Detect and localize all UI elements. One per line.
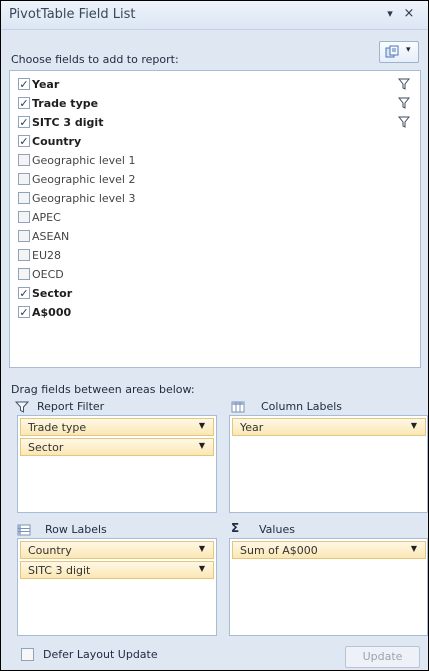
field-chip-label: SITC 3 digit	[28, 564, 91, 577]
field-chip-label: Year	[240, 421, 264, 434]
field-row[interactable]: ✓ Sector	[14, 285, 414, 303]
field-name: A$000	[32, 306, 72, 319]
column-labels-label: Column Labels	[261, 400, 343, 413]
field-name: Geographic level 3	[32, 192, 136, 205]
field-chip[interactable]: Year ▼	[232, 418, 426, 436]
chevron-down-icon[interactable]: ▼	[199, 544, 205, 553]
field-row[interactable]: EU28	[14, 247, 414, 265]
field-chip-label: Sum of A$000	[240, 544, 318, 557]
field-chip[interactable]: Trade type ▼	[20, 418, 214, 436]
field-checkbox[interactable]	[18, 211, 30, 223]
field-layout-button[interactable]: ▾	[379, 41, 419, 63]
field-row[interactable]: ✓ A$000	[14, 304, 414, 322]
field-checkbox[interactable]: ✓	[18, 97, 30, 109]
field-row[interactable]: Geographic level 1	[14, 152, 414, 170]
field-list: ✓ Year ✓ Trade type ✓ SITC 3 digit ✓ Country Geo…	[9, 70, 421, 368]
field-checkbox[interactable]: ✓	[18, 135, 30, 147]
field-name: Year	[32, 78, 60, 91]
field-chip[interactable]: SITC 3 digit ▼	[20, 561, 214, 579]
pane-title: PivotTable Field List	[9, 7, 136, 22]
report-filter-header: Report Filter	[13, 398, 213, 416]
field-chip-label: Sector	[28, 441, 64, 454]
report-filter-area[interactable]: Trade type ▼ Sector ▼	[17, 415, 217, 513]
field-row[interactable]: ASEAN	[14, 228, 414, 246]
values-header: Σ Values	[229, 521, 429, 539]
drag-fields-label: Drag fields between areas below:	[11, 383, 195, 396]
field-row[interactable]: APEC	[14, 209, 414, 227]
chevron-down-icon[interactable]: ▼	[199, 564, 205, 573]
field-row[interactable]: ✓ Year	[14, 76, 414, 94]
field-row[interactable]: Geographic level 3	[14, 190, 414, 208]
field-row[interactable]: Geographic level 2	[14, 171, 414, 189]
filter-applied-icon[interactable]	[398, 116, 410, 128]
field-name: Sector	[32, 287, 73, 300]
field-name: Geographic level 2	[32, 173, 136, 186]
chevron-down-icon[interactable]: ▼	[199, 421, 205, 430]
filter-icon	[15, 401, 29, 413]
field-name: ASEAN	[32, 230, 70, 243]
filter-applied-icon[interactable]	[398, 97, 410, 109]
row-labels-label: Row Labels	[45, 523, 107, 536]
field-checkbox[interactable]	[18, 154, 30, 166]
row-labels-header: Row Labels	[15, 521, 215, 539]
field-checkbox[interactable]	[18, 192, 30, 204]
field-checkbox[interactable]	[18, 230, 30, 242]
row-labels-area[interactable]: Country ▼ SITC 3 digit ▼	[17, 538, 217, 636]
field-chip[interactable]: Sum of A$000 ▼	[232, 541, 426, 559]
field-chip-label: Country	[28, 544, 72, 557]
field-checkbox[interactable]	[18, 268, 30, 280]
field-chip[interactable]: Country ▼	[20, 541, 214, 559]
field-checkbox[interactable]: ✓	[18, 306, 30, 318]
field-chip-label: Trade type	[28, 421, 87, 434]
field-checkbox[interactable]	[18, 249, 30, 261]
close-icon[interactable]: ×	[401, 6, 417, 22]
field-name: OECD	[32, 268, 64, 281]
report-filter-label: Report Filter	[37, 400, 105, 413]
column-labels-area[interactable]: Year ▼	[229, 415, 428, 513]
chevron-down-icon[interactable]: ▼	[199, 441, 205, 450]
pivot-field-list-pane: PivotTable Field List ▾ × Choose fields …	[0, 0, 429, 671]
field-checkbox[interactable]: ✓	[18, 287, 30, 299]
chevron-down-icon[interactable]: ▼	[411, 421, 417, 430]
field-row[interactable]: OECD	[14, 266, 414, 284]
field-checkbox[interactable]	[18, 173, 30, 185]
column-labels-icon	[231, 401, 245, 413]
update-button[interactable]: Update	[345, 646, 420, 668]
layout-icon	[385, 45, 399, 58]
field-chip[interactable]: Sector ▼	[20, 438, 214, 456]
field-row[interactable]: ✓ SITC 3 digit	[14, 114, 414, 132]
values-label: Values	[259, 523, 295, 536]
column-labels-header: Column Labels	[229, 398, 429, 416]
filter-applied-icon[interactable]	[398, 78, 410, 90]
defer-layout-update-checkbox[interactable]	[21, 648, 34, 661]
title-bar: PivotTable Field List ▾ ×	[1, 1, 428, 30]
field-name: Trade type	[32, 97, 99, 110]
chevron-down-icon: ▾	[406, 45, 411, 55]
field-name: Country	[32, 135, 82, 148]
values-area[interactable]: Sum of A$000 ▼	[229, 538, 428, 636]
pane-options-dropdown-icon[interactable]: ▾	[382, 7, 398, 21]
field-name: EU28	[32, 249, 61, 262]
sigma-icon: Σ	[231, 521, 240, 535]
defer-layout-update-label: Defer Layout Update	[43, 648, 158, 661]
choose-fields-label: Choose fields to add to report:	[11, 53, 179, 66]
field-checkbox[interactable]: ✓	[18, 78, 30, 90]
field-row[interactable]: ✓ Trade type	[14, 95, 414, 113]
field-name: APEC	[32, 211, 61, 224]
chevron-down-icon[interactable]: ▼	[411, 544, 417, 553]
field-checkbox[interactable]: ✓	[18, 116, 30, 128]
field-row[interactable]: ✓ Country	[14, 133, 414, 151]
row-labels-icon	[17, 524, 31, 536]
field-name: SITC 3 digit	[32, 116, 104, 129]
field-name: Geographic level 1	[32, 154, 136, 167]
